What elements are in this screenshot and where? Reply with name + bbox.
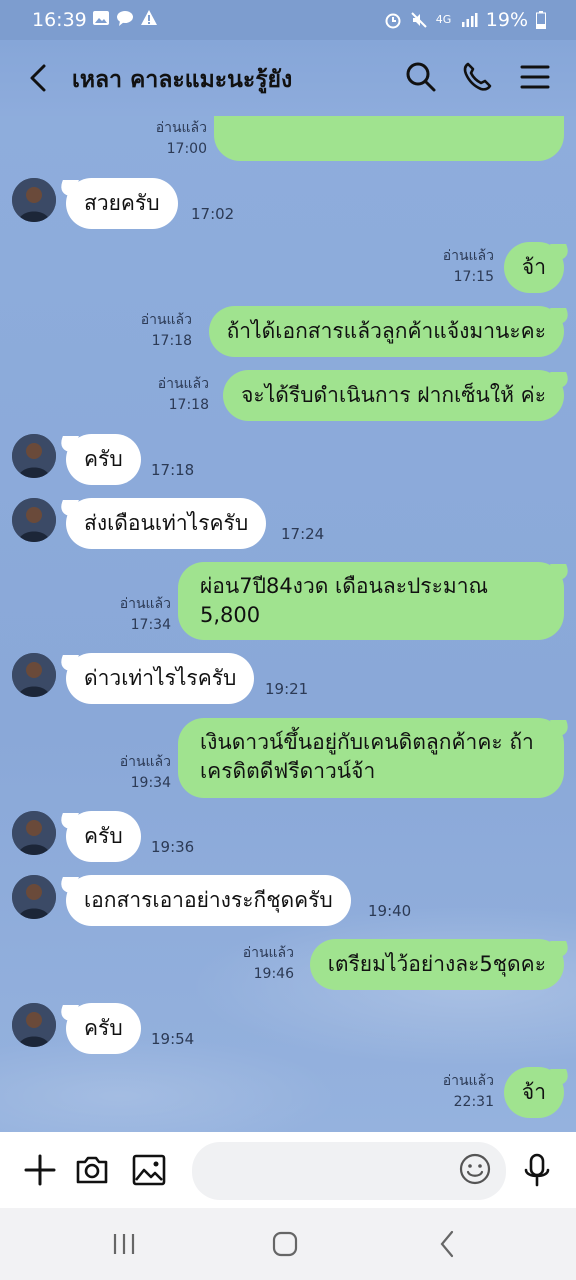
avatar[interactable] bbox=[12, 1003, 56, 1047]
battery-percent: 19% bbox=[485, 9, 528, 31]
mute-icon bbox=[411, 12, 427, 28]
message-bubble-outgoing[interactable] bbox=[214, 116, 564, 161]
message-time: 17:00 bbox=[166, 141, 207, 157]
message-bubble-incoming[interactable]: ครับ bbox=[66, 811, 141, 862]
profile-photo-icon bbox=[12, 178, 56, 222]
message-meta: อ่านแล้ว 17:15 bbox=[443, 246, 494, 288]
message-time: 19:54 bbox=[151, 1030, 195, 1048]
message-time: 17:15 bbox=[453, 269, 494, 285]
message-time: 19:21 bbox=[265, 680, 309, 698]
message-bubble-incoming[interactable]: ครับ bbox=[66, 1003, 141, 1054]
message-time: 17:02 bbox=[191, 205, 235, 223]
message-bubble-outgoing[interactable]: ผ่อน7ปี84งวด เดือนละประมาณ 5,800 bbox=[178, 562, 564, 640]
camera-icon[interactable] bbox=[74, 1152, 110, 1188]
read-receipt: อ่านแล้ว bbox=[442, 248, 494, 264]
message-time: 19:46 bbox=[253, 966, 294, 982]
message-time: 17:24 bbox=[281, 525, 325, 543]
message-bubble-outgoing[interactable]: จ้า bbox=[503, 242, 564, 293]
profile-photo-icon bbox=[12, 811, 56, 855]
read-receipt: อ่านแล้ว bbox=[155, 120, 207, 136]
message-time: 19:34 bbox=[130, 775, 171, 791]
message-bubble-outgoing[interactable]: เตรียมไว้อย่างละ5ชุดคะ bbox=[309, 939, 564, 990]
avatar[interactable] bbox=[12, 434, 56, 478]
plus-icon[interactable] bbox=[22, 1152, 58, 1188]
search-icon[interactable] bbox=[404, 60, 438, 94]
alarm-icon bbox=[385, 13, 401, 29]
message-time: 19:36 bbox=[151, 838, 195, 856]
message-bubble-incoming[interactable]: ด่าวเท่าไรไรครับ bbox=[66, 653, 255, 704]
read-receipt: อ่านแล้ว bbox=[242, 945, 294, 961]
message-input-bar bbox=[0, 1132, 576, 1208]
network-type: 4G bbox=[435, 13, 452, 26]
message-bubble-incoming[interactable]: ครับ bbox=[66, 434, 141, 485]
message-meta: อ่านแล้ว 17:00 bbox=[156, 118, 207, 160]
profile-photo-icon bbox=[12, 434, 56, 478]
phone-icon[interactable] bbox=[460, 60, 494, 94]
read-receipt: อ่านแล้ว bbox=[140, 312, 192, 328]
message-meta: อ่านแล้ว 19:34 bbox=[120, 752, 171, 794]
message-meta: อ่านแล้ว 19:46 bbox=[243, 943, 294, 985]
message-bubble-outgoing[interactable]: จะได้รีบดำเนินการ ฝากเซ็นให้ ค่ะ bbox=[223, 370, 564, 421]
gallery-icon[interactable] bbox=[131, 1152, 167, 1188]
avatar[interactable] bbox=[12, 498, 56, 542]
message-time: 17:34 bbox=[130, 617, 171, 633]
emoji-icon[interactable] bbox=[458, 1152, 492, 1186]
message-bubble-outgoing[interactable]: เงินดาวน์ขึ้นอยู่กับเคนดิตลูกค้าคะ ถ้าเค… bbox=[178, 718, 564, 798]
message-time: 19:40 bbox=[368, 902, 412, 920]
message-time: 17:18 bbox=[168, 397, 209, 413]
recent-apps-icon[interactable] bbox=[104, 1228, 144, 1260]
chat-bubble-icon bbox=[117, 11, 133, 26]
battery-icon bbox=[536, 11, 546, 29]
message-time: 22:31 bbox=[453, 1094, 494, 1110]
message-bubble-outgoing[interactable]: จ้า bbox=[503, 1067, 564, 1118]
message-meta: อ่านแล้ว 22:31 bbox=[443, 1071, 494, 1113]
message-bubble-outgoing[interactable]: ถ้าได้เอกสารแล้วลูกค้าแจ้งมานะคะ bbox=[208, 306, 564, 357]
read-receipt: อ่านแล้ว bbox=[119, 754, 171, 770]
message-meta: อ่านแล้ว 17:34 bbox=[120, 594, 171, 636]
profile-photo-icon bbox=[12, 498, 56, 542]
warning-icon bbox=[141, 10, 157, 25]
message-time: 17:18 bbox=[151, 461, 195, 479]
avatar[interactable] bbox=[12, 653, 56, 697]
home-icon[interactable] bbox=[265, 1228, 305, 1260]
message-bubble-incoming[interactable]: ส่งเดือนเท่าไรครับ bbox=[66, 498, 267, 549]
back-nav-icon[interactable] bbox=[427, 1228, 467, 1260]
chat-title: เหลา คาละแมะนะรู้ยัง bbox=[72, 67, 293, 93]
microphone-icon[interactable] bbox=[519, 1152, 555, 1188]
avatar[interactable] bbox=[12, 811, 56, 855]
profile-photo-icon bbox=[12, 1003, 56, 1047]
avatar[interactable] bbox=[12, 178, 56, 222]
system-navigation-bar bbox=[0, 1208, 576, 1280]
read-receipt: อ่านแล้ว bbox=[119, 596, 171, 612]
message-bubble-incoming[interactable]: สวยครับ bbox=[66, 178, 178, 229]
image-icon bbox=[93, 11, 109, 25]
read-receipt: อ่านแล้ว bbox=[157, 376, 209, 392]
read-receipt: อ่านแล้ว bbox=[442, 1073, 494, 1089]
chat-area[interactable]: อ่านแล้ว 17:00 สวยครับ 17:02 อ่านแล้ว 17… bbox=[0, 116, 576, 1132]
message-meta: อ่านแล้ว 17:18 bbox=[158, 374, 209, 416]
message-time: 17:18 bbox=[151, 333, 192, 349]
message-meta: อ่านแล้ว 17:18 bbox=[141, 310, 192, 352]
avatar[interactable] bbox=[12, 875, 56, 919]
back-arrow-icon[interactable] bbox=[24, 60, 54, 96]
chat-header: เหลา คาละแมะนะรู้ยัง bbox=[0, 40, 576, 116]
status-bar: 16:39 4G 19% bbox=[0, 0, 576, 40]
message-bubble-incoming[interactable]: เอกสารเอาอย่างระกีชุดครับ bbox=[66, 875, 351, 926]
menu-icon[interactable] bbox=[518, 60, 552, 94]
profile-photo-icon bbox=[12, 875, 56, 919]
profile-photo-icon bbox=[12, 653, 56, 697]
status-time: 16:39 bbox=[32, 9, 87, 31]
signal-icon bbox=[461, 13, 478, 27]
